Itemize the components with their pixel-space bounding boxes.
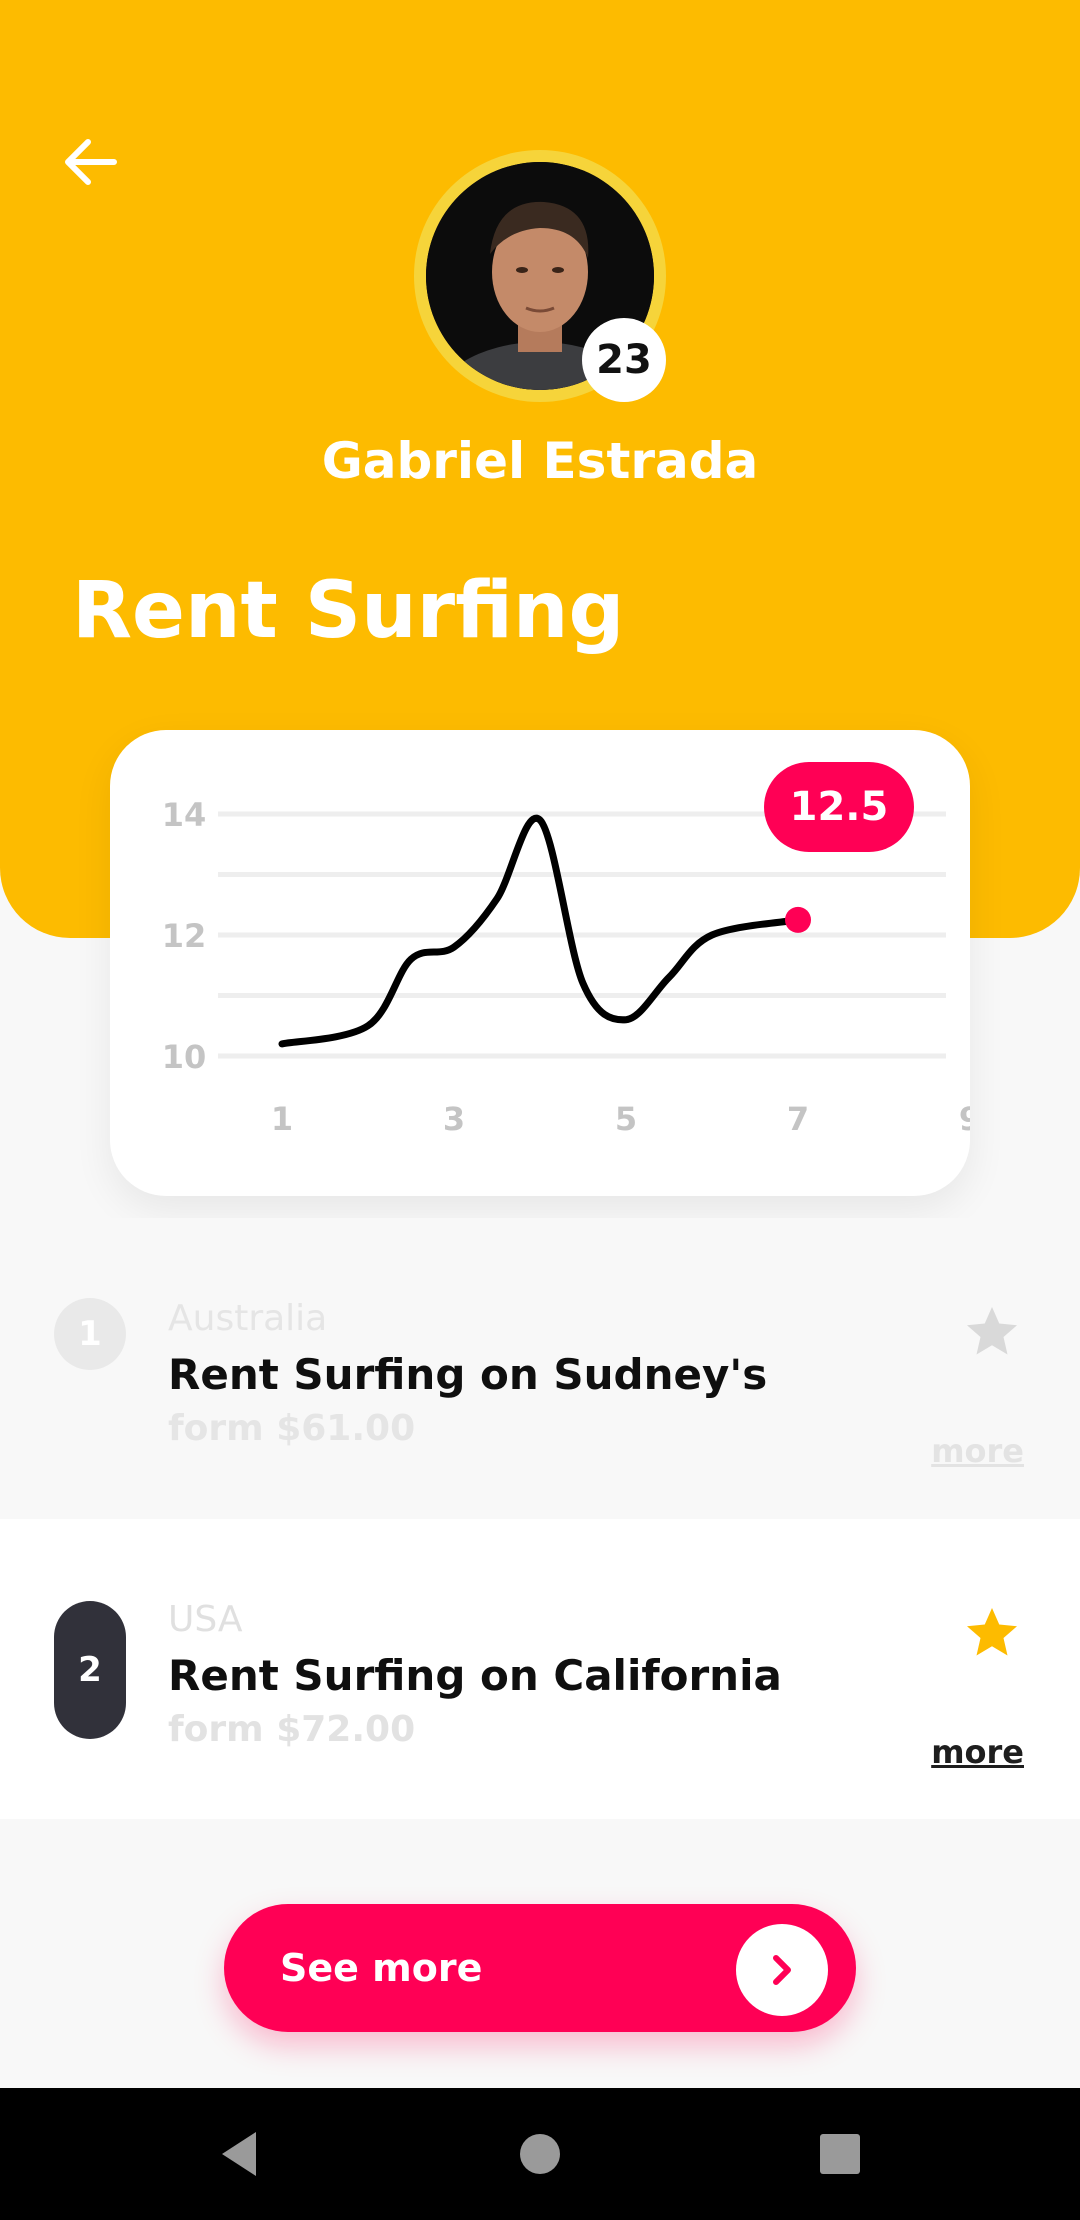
star-filled-icon[interactable] xyxy=(962,1603,1022,1663)
page-title: Rent Surfing xyxy=(72,566,625,656)
x-tick-label: 1 xyxy=(271,1100,293,1138)
item-price: form $61.00 xyxy=(168,1408,416,1449)
nav-back-icon[interactable] xyxy=(212,2126,268,2182)
chevron-right-icon xyxy=(736,1924,828,2016)
back-button[interactable] xyxy=(56,128,124,196)
more-link[interactable]: more xyxy=(931,1432,1024,1470)
nav-home-icon[interactable] xyxy=(512,2126,568,2182)
see-more-button[interactable]: See more xyxy=(224,1904,856,2032)
nav-recents-icon[interactable] xyxy=(812,2126,868,2182)
x-tick-label: 9 xyxy=(959,1100,970,1138)
age-badge: 23 xyxy=(582,318,666,402)
more-link[interactable]: more xyxy=(931,1733,1024,1771)
item-price: form $72.00 xyxy=(168,1709,416,1750)
list-item[interactable]: 1 Australia Rent Surfing on Sudney's for… xyxy=(0,1218,1080,1518)
value-highlight-badge: 12.5 xyxy=(764,762,914,852)
list-item[interactable]: 2 USA Rent Surfing on California form $7… xyxy=(0,1519,1080,1819)
item-title: Rent Surfing on Sudney's xyxy=(168,1350,768,1399)
item-title: Rent Surfing on California xyxy=(168,1651,782,1700)
item-number-badge: 1 xyxy=(54,1298,126,1370)
y-tick-label: 14 xyxy=(162,796,207,834)
series-end-marker xyxy=(785,906,811,933)
see-more-label: See more xyxy=(280,1946,483,1990)
item-number-badge: 2 xyxy=(54,1601,126,1739)
x-tick-label: 7 xyxy=(787,1100,809,1138)
chart-card: 14 12 10 1 3 5 7 9 12.5 xyxy=(110,730,970,1196)
series-line xyxy=(278,814,802,1048)
item-country: USA xyxy=(168,1599,243,1640)
star-icon[interactable] xyxy=(962,1302,1022,1362)
x-tick-label: 3 xyxy=(443,1100,465,1138)
y-tick-label: 12 xyxy=(162,917,207,955)
arrow-left-icon xyxy=(65,139,117,185)
x-tick-label: 5 xyxy=(615,1100,637,1138)
y-tick-label: 10 xyxy=(162,1038,207,1076)
item-country: Australia xyxy=(168,1298,328,1339)
system-nav-bar xyxy=(0,2088,1080,2220)
user-name: Gabriel Estrada xyxy=(321,432,759,490)
